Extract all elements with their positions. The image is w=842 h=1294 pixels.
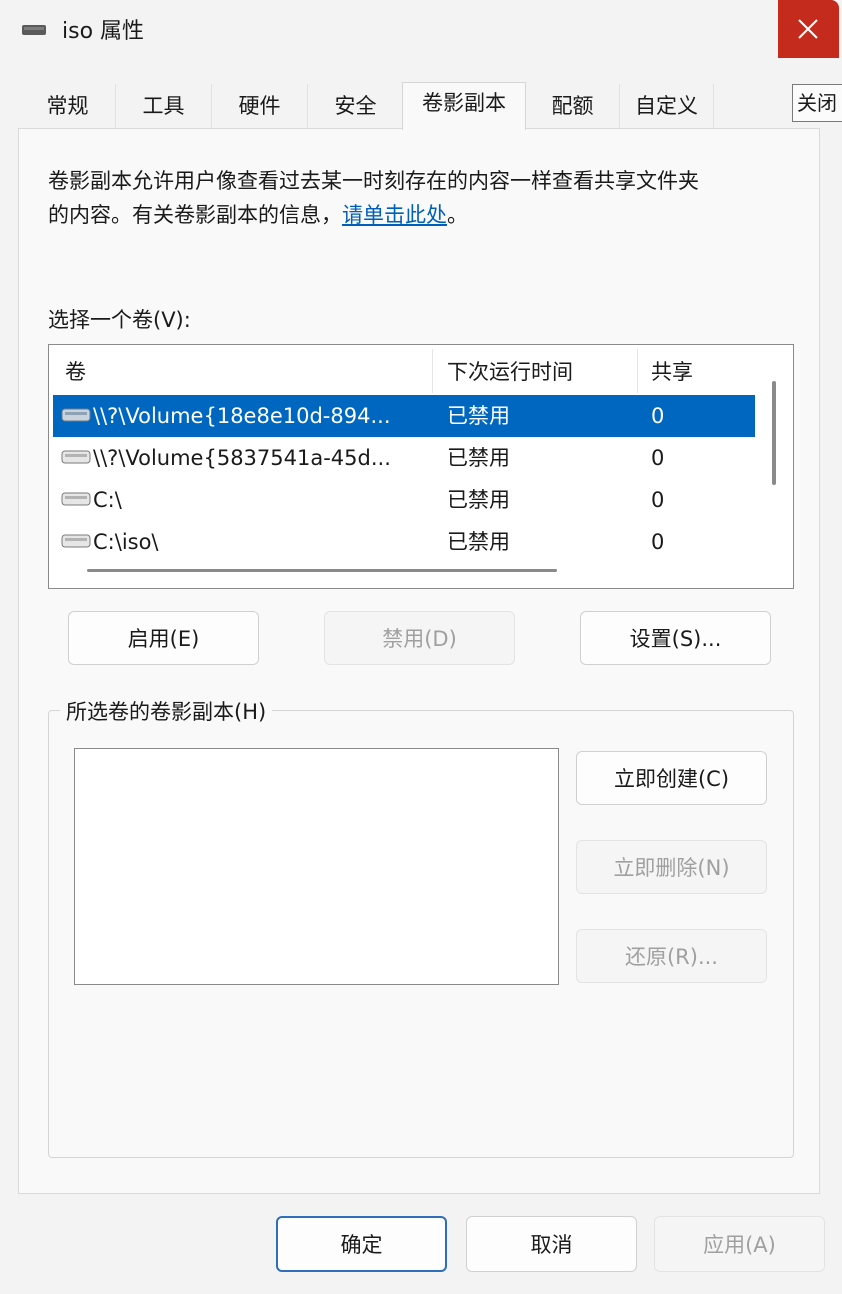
snapshot-list[interactable] [74, 748, 559, 985]
apply-button[interactable]: 应用(A) [654, 1216, 825, 1272]
description-text: 的内容。有关卷影副本的信息， [48, 203, 342, 227]
help-link[interactable]: 请单击此处 [342, 203, 447, 227]
select-volume-label: 选择一个卷(V): [48, 308, 191, 332]
ok-button[interactable]: 确定 [276, 1216, 447, 1272]
tab-quota[interactable]: 配额 [526, 84, 620, 128]
volume-name: \\?\Volume{18e8e10d-894... [93, 404, 391, 428]
volume-next-run: 已禁用 [447, 488, 510, 512]
volume-name: C:\iso\ [93, 530, 159, 553]
drive-icon [61, 492, 91, 506]
delete-now-button[interactable]: 立即删除(N) [576, 840, 767, 894]
drive-icon [61, 450, 91, 464]
enable-button[interactable]: 启用(E) [68, 611, 259, 665]
volume-name: \\?\Volume{5837541a-45d... [93, 446, 391, 470]
volume-row[interactable]: C:\iso\ 已禁用 0 [53, 521, 755, 553]
tab-customize[interactable]: 自定义 [620, 84, 714, 128]
tab-shadow-copies[interactable]: 卷影副本 [402, 82, 526, 130]
drive-icon [22, 25, 46, 35]
volume-shares: 0 [651, 446, 665, 470]
volume-row[interactable]: \\?\Volume{5837541a-45d... 已禁用 0 [53, 437, 755, 479]
title-bar: iso 属性 [0, 0, 842, 66]
description-end: 。 [447, 203, 468, 227]
snapshots-group-title: 所选卷的卷影副本(H) [60, 697, 273, 727]
description-line-1: 卷影副本允许用户像查看过去某一时刻存在的内容一样查看共享文件夹 [48, 169, 699, 193]
volume-shares: 0 [651, 404, 665, 428]
column-header-volume[interactable]: 卷 [65, 347, 86, 393]
create-now-button[interactable]: 立即创建(C) [576, 751, 767, 805]
volume-shares: 0 [651, 530, 665, 553]
tab-hardware[interactable]: 硬件 [212, 84, 308, 128]
tab-tools[interactable]: 工具 [116, 84, 212, 128]
horizontal-scrollbar-thumb[interactable] [87, 569, 557, 572]
vertical-scrollbar-thumb[interactable] [772, 381, 776, 485]
close-button[interactable] [778, 0, 839, 58]
volume-row[interactable]: C:\ 已禁用 0 [53, 479, 755, 521]
column-header-next-run[interactable]: 下次运行时间 [447, 347, 573, 393]
window-title: iso 属性 [62, 19, 145, 44]
volume-next-run: 已禁用 [447, 446, 510, 470]
volume-list[interactable]: 卷 下次运行时间 共享 \\?\Volume{18e8e10d-894... 已… [48, 344, 794, 589]
tab-general[interactable]: 常规 [20, 84, 116, 128]
column-divider[interactable] [432, 349, 433, 393]
volume-row[interactable]: \\?\Volume{18e8e10d-894... 已禁用 0 [53, 395, 755, 437]
close-tooltip: 关闭 [792, 84, 842, 122]
settings-button[interactable]: 设置(S)... [580, 611, 771, 665]
close-icon [798, 19, 818, 39]
volume-shares: 0 [651, 488, 665, 512]
description-line-2: 的内容。有关卷影副本的信息，请单击此处。 [48, 198, 468, 232]
drive-icon [61, 534, 91, 548]
volume-next-run: 已禁用 [447, 404, 510, 428]
drive-icon [61, 408, 91, 422]
column-header-shares[interactable]: 共享 [651, 347, 693, 393]
volume-name: C:\ [93, 488, 122, 512]
column-divider[interactable] [637, 349, 638, 393]
cancel-button[interactable]: 取消 [466, 1216, 637, 1272]
revert-button[interactable]: 还原(R)... [576, 929, 767, 983]
volume-next-run: 已禁用 [447, 530, 510, 553]
tab-security[interactable]: 安全 [308, 84, 404, 128]
disable-button[interactable]: 禁用(D) [324, 611, 515, 665]
